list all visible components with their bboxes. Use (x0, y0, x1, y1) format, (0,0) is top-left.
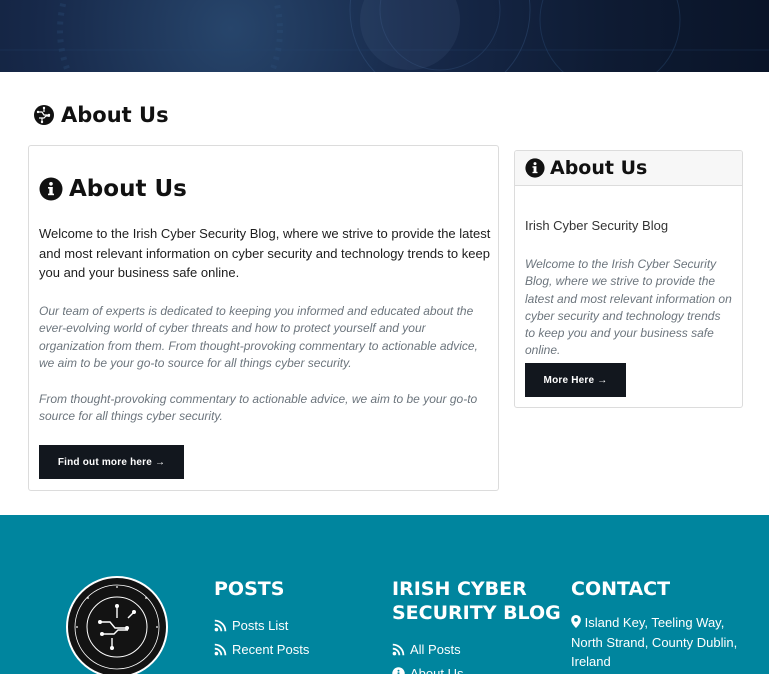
about-side-card: About Us Irish Cyber Security Blog Welco… (514, 150, 743, 408)
footer-address-text: Island Key, Teeling Way, North Strand, C… (571, 615, 738, 669)
circuit-logo-icon (74, 584, 160, 670)
side-card-heading: About Us (550, 157, 648, 179)
footer-link-label: All Posts (410, 641, 461, 657)
footer-link-about-us[interactable]: About Us (392, 661, 562, 674)
info-circle-icon (39, 177, 63, 201)
about-paragraph-2: From thought-provoking commentary to act… (39, 392, 478, 424)
about-lead-text: Welcome to the Irish Cyber Security Blog… (39, 226, 491, 280)
hero-banner (0, 0, 769, 72)
footer-link-all-posts[interactable]: All Posts (392, 637, 562, 661)
info-circle-icon (392, 666, 405, 674)
hero-tech-pattern (0, 0, 769, 72)
footer-logo (66, 576, 168, 674)
circuit-logo-icon (34, 105, 54, 125)
about-main-card: About Us Welcome to the Irish Cyber Secu… (28, 145, 499, 491)
side-card-text: Welcome to the Irish Cyber Security Blog… (525, 257, 732, 358)
find-out-more-button[interactable]: Find out more here → (39, 445, 184, 479)
map-marker-icon (571, 615, 581, 628)
footer-link-label: Posts List (232, 617, 289, 633)
about-main-heading-text: About Us (69, 176, 187, 202)
about-main-heading: About Us (39, 176, 187, 202)
footer: POSTS Posts List Recent Posts IRISH CYBE… (0, 515, 769, 674)
side-card-header: About Us (515, 151, 742, 186)
page-title-text: About Us (61, 103, 169, 127)
footer-link-posts-list[interactable]: Posts List (214, 613, 374, 637)
about-paragraph-1: Our team of experts is dedicated to keep… (39, 304, 478, 370)
footer-link-label: About Us (410, 665, 464, 674)
footer-link-recent-posts[interactable]: Recent Posts (214, 637, 374, 661)
page-title: About Us (33, 103, 169, 127)
rss-icon (214, 619, 227, 631)
rss-icon (392, 643, 405, 655)
footer-contact-address: Island Key, Teeling Way, North Strand, C… (571, 613, 751, 672)
footer-link-label: Recent Posts (232, 641, 310, 657)
more-here-button[interactable]: More Here → (525, 363, 626, 397)
footer-posts-column: POSTS Posts List Recent Posts (214, 577, 374, 661)
side-card-subtitle: Irish Cyber Security Blog (525, 218, 669, 233)
rss-icon (214, 643, 227, 655)
footer-blog-column: IRISH CYBER SECURITY BLOG All Posts Abou… (392, 577, 562, 674)
info-circle-icon (525, 158, 545, 178)
footer-contact-column: CONTACT Island Key, Teeling Way, North S… (571, 577, 751, 672)
footer-posts-heading: POSTS (214, 578, 285, 600)
footer-contact-heading: CONTACT (571, 578, 671, 600)
footer-blog-heading: IRISH CYBER SECURITY BLOG (392, 578, 561, 624)
